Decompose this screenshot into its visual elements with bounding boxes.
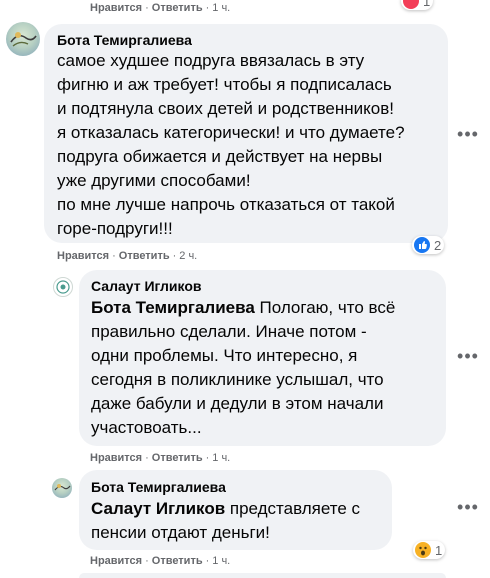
- like-action[interactable]: Нравится: [90, 555, 142, 567]
- comment-actions: Нравится · Ответить · 2 ч.: [57, 250, 198, 262]
- like-reaction-icon: [414, 237, 430, 253]
- comment-actions-top: Нравится · Ответить · 1 ч.: [90, 2, 231, 14]
- comment-author[interactable]: Салаут Игликов: [91, 278, 201, 295]
- comment-author[interactable]: Бота Темиргалиева: [91, 479, 226, 496]
- like-action[interactable]: Нравится: [90, 2, 142, 14]
- comment-time: 1 ч.: [212, 2, 231, 14]
- mention-link[interactable]: Салаут Игликов: [91, 499, 225, 518]
- more-options-icon[interactable]: •••: [457, 497, 478, 517]
- comment-actions: Нравится · Ответить · 1 ч.: [90, 555, 231, 567]
- reply-action[interactable]: Ответить: [152, 2, 203, 14]
- comment-text: самое худшее подруга ввязалась в эту фиг…: [57, 51, 405, 238]
- love-reaction-icon: [403, 0, 419, 9]
- reply-action[interactable]: Ответить: [119, 250, 170, 262]
- avatar-image: [54, 484, 71, 491]
- reaction-count-badge[interactable]: 2: [412, 236, 445, 254]
- comment-bubble-next: [79, 573, 446, 578]
- like-action[interactable]: Нравится: [57, 250, 109, 262]
- like-action[interactable]: Нравится: [90, 452, 142, 464]
- reaction-count-badge[interactable]: 1: [401, 0, 434, 10]
- comment-author[interactable]: Бота Темиргалиева: [57, 32, 192, 49]
- comment-time: 1 ч.: [212, 452, 231, 464]
- avatar-image: [56, 280, 70, 294]
- more-options-icon[interactable]: •••: [457, 124, 478, 144]
- reply-action[interactable]: Ответить: [152, 555, 203, 567]
- more-options-icon[interactable]: •••: [457, 346, 478, 366]
- comment-time: 2 ч.: [179, 250, 198, 262]
- reply-action[interactable]: Ответить: [152, 452, 203, 464]
- avatar-image: [10, 32, 37, 47]
- comment-text: Бота Темиргалиева Пологаю, что всё прави…: [91, 298, 396, 437]
- comment-time: 1 ч.: [212, 555, 231, 567]
- wow-reaction-icon: [415, 542, 431, 558]
- avatar[interactable]: [6, 22, 40, 56]
- reaction-count-badge[interactable]: 1: [413, 541, 446, 559]
- comment-actions: Нравится · Ответить · 1 ч.: [90, 452, 231, 464]
- comment-text: Салаут Игликов представляете с пенсии от…: [91, 499, 361, 542]
- mention-link[interactable]: Бота Темиргалиева: [91, 298, 255, 317]
- avatar[interactable]: [53, 277, 73, 297]
- avatar[interactable]: [52, 478, 72, 498]
